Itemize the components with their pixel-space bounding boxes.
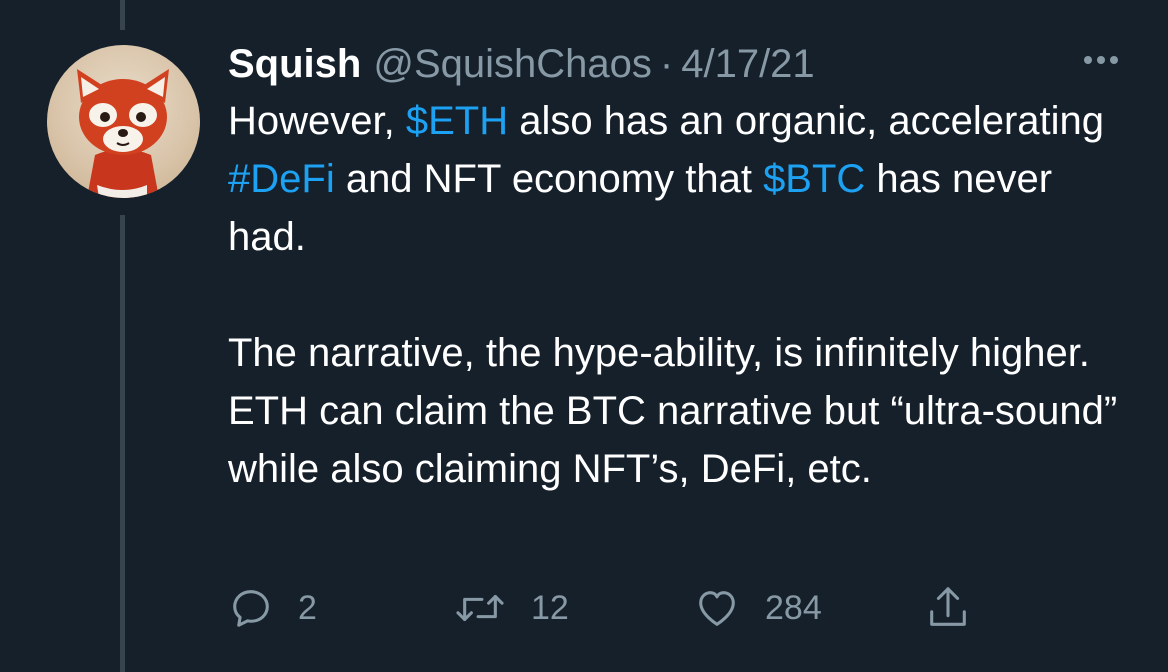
like-button[interactable]: 284 — [693, 582, 822, 634]
retweet-icon — [456, 594, 504, 622]
text-segment: also has an organic, accelerating — [508, 99, 1105, 143]
tweet-actions: 2 12 284 — [228, 582, 988, 634]
text-segment: However, — [228, 99, 406, 143]
tweet-content: Squish @SquishChaos · 4/17/21 However, $… — [228, 36, 1133, 498]
reply-button[interactable]: 2 — [228, 582, 317, 634]
thread-line-bottom — [120, 215, 125, 672]
tweet-paragraph-1: However, $ETH also has an organic, accel… — [228, 92, 1133, 266]
like-count: 284 — [765, 588, 822, 627]
text-segment: and NFT economy that — [334, 157, 764, 201]
thread-line-top — [120, 0, 125, 30]
share-icon — [930, 587, 966, 626]
avatar[interactable] — [47, 45, 200, 198]
cashtag-eth[interactable]: $ETH — [406, 99, 508, 143]
share-button[interactable] — [925, 582, 971, 634]
tweet-paragraph-2: The narrative, the hype-ability, is infi… — [228, 331, 1118, 491]
red-panda-avatar-icon — [77, 69, 169, 198]
tweet-header: Squish @SquishChaos · 4/17/21 — [228, 36, 1133, 92]
reply-count: 2 — [298, 588, 317, 627]
user-handle[interactable]: @SquishChaos — [373, 36, 652, 92]
reply-icon — [233, 590, 269, 627]
cashtag-btc[interactable]: $BTC — [763, 157, 865, 201]
display-name[interactable]: Squish — [228, 36, 361, 92]
heart-icon — [699, 591, 735, 626]
tweet-date[interactable]: 4/17/21 — [681, 36, 814, 92]
tweet-body: However, $ETH also has an organic, accel… — [228, 92, 1133, 498]
retweet-button[interactable]: 12 — [453, 582, 569, 634]
tweet[interactable]: Squish @SquishChaos · 4/17/21 However, $… — [0, 0, 1168, 672]
separator-dot: · — [659, 42, 674, 86]
hashtag-defi[interactable]: #DeFi — [228, 157, 335, 201]
retweet-count: 12 — [531, 588, 569, 627]
